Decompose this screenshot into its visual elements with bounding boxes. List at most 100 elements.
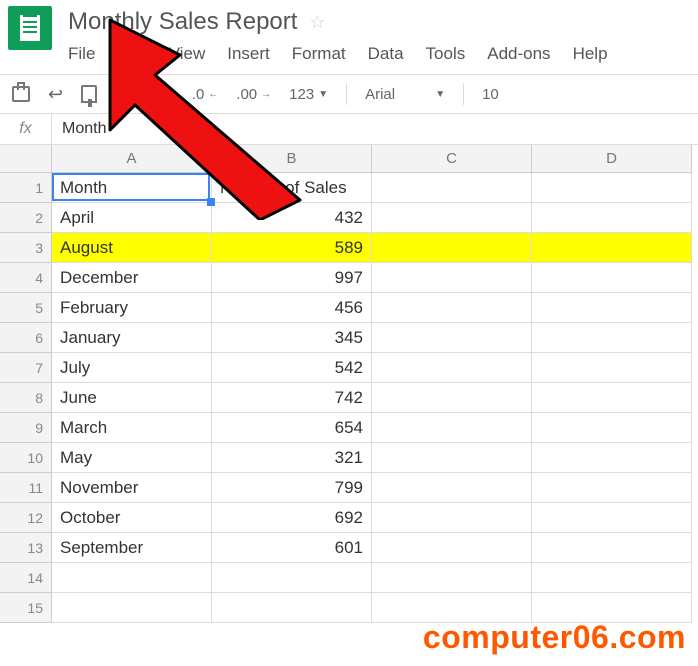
increase-decimal-button[interactable]: .00→	[236, 86, 271, 103]
cell[interactable]	[52, 563, 212, 593]
row-header[interactable]: 11	[0, 473, 52, 503]
cell[interactable]: November	[52, 473, 212, 503]
row-header[interactable]: 14	[0, 563, 52, 593]
cell[interactable]	[372, 563, 532, 593]
fill-handle[interactable]	[207, 198, 215, 206]
currency-button[interactable]: $	[134, 86, 142, 103]
cell[interactable]: 432	[212, 203, 372, 233]
cell[interactable]	[532, 413, 692, 443]
menu-addons[interactable]: Add-ons	[487, 44, 550, 64]
menu-tools[interactable]: Tools	[426, 44, 466, 64]
cell[interactable]	[372, 173, 532, 203]
row-header[interactable]: 2	[0, 203, 52, 233]
percent-button[interactable]: %	[160, 86, 173, 103]
menu-help[interactable]: Help	[573, 44, 608, 64]
row-header[interactable]: 1	[0, 173, 52, 203]
star-icon[interactable]: ☆	[309, 12, 325, 33]
cell[interactable]	[372, 263, 532, 293]
table-row[interactable]: 14	[0, 563, 692, 593]
row-header[interactable]: 10	[0, 443, 52, 473]
cell[interactable]	[372, 503, 532, 533]
cell[interactable]	[532, 503, 692, 533]
cell[interactable]: 345	[212, 323, 372, 353]
formula-bar[interactable]	[52, 114, 698, 144]
undo-button[interactable]: ↩	[48, 84, 63, 105]
table-row[interactable]: 12October692	[0, 503, 692, 533]
cell[interactable]	[372, 233, 532, 263]
cell[interactable]	[372, 413, 532, 443]
cell[interactable]	[372, 443, 532, 473]
table-row[interactable]: 9March654	[0, 413, 692, 443]
cell[interactable]: April	[52, 203, 212, 233]
cell[interactable]	[532, 533, 692, 563]
table-row[interactable]: 1MonthNumber of Sales	[0, 173, 692, 203]
cell[interactable]	[372, 473, 532, 503]
spreadsheet-grid[interactable]: A B C D 1MonthNumber of Sales2April4323A…	[0, 145, 698, 623]
cell[interactable]: 692	[212, 503, 372, 533]
cell[interactable]: June	[52, 383, 212, 413]
row-header[interactable]: 15	[0, 593, 52, 623]
cell[interactable]	[532, 203, 692, 233]
table-row[interactable]: 13September601	[0, 533, 692, 563]
cell[interactable]	[372, 323, 532, 353]
row-header[interactable]: 6	[0, 323, 52, 353]
cell[interactable]: February	[52, 293, 212, 323]
column-header-a[interactable]: A	[52, 145, 212, 173]
row-header[interactable]: 5	[0, 293, 52, 323]
font-size-dropdown[interactable]: 10	[482, 86, 499, 103]
table-row[interactable]: 10May321	[0, 443, 692, 473]
cell[interactable]: March	[52, 413, 212, 443]
cell[interactable]	[372, 533, 532, 563]
document-title[interactable]: Monthly Sales Report	[68, 8, 297, 36]
cell[interactable]	[212, 563, 372, 593]
cell[interactable]: 542	[212, 353, 372, 383]
cell[interactable]: 321	[212, 443, 372, 473]
menu-format[interactable]: Format	[292, 44, 346, 64]
menu-data[interactable]: Data	[368, 44, 404, 64]
cell[interactable]	[532, 173, 692, 203]
cell[interactable]: 456	[212, 293, 372, 323]
cell[interactable]	[532, 473, 692, 503]
cell[interactable]: 601	[212, 533, 372, 563]
column-header-b[interactable]: B	[212, 145, 372, 173]
cell[interactable]	[532, 233, 692, 263]
decrease-decimal-button[interactable]: .0←	[192, 86, 219, 103]
cell[interactable]	[532, 443, 692, 473]
select-all-corner[interactable]	[0, 145, 52, 173]
cell[interactable]	[532, 263, 692, 293]
table-row[interactable]: 6January345	[0, 323, 692, 353]
cell[interactable]	[372, 203, 532, 233]
column-header-d[interactable]: D	[532, 145, 692, 173]
table-row[interactable]: 7July542	[0, 353, 692, 383]
table-row[interactable]: 11November799	[0, 473, 692, 503]
table-row[interactable]: 2April432	[0, 203, 692, 233]
menu-edit[interactable]: Edit	[117, 44, 146, 64]
table-row[interactable]: 4December997	[0, 263, 692, 293]
column-header-c[interactable]: C	[372, 145, 532, 173]
cell[interactable]	[212, 593, 372, 623]
row-header[interactable]: 13	[0, 533, 52, 563]
cell[interactable]: 654	[212, 413, 372, 443]
cell[interactable]: August	[52, 233, 212, 263]
font-dropdown[interactable]: Arial ▼	[365, 86, 445, 103]
cell[interactable]: Month	[52, 173, 212, 203]
cell[interactable]: 742	[212, 383, 372, 413]
row-header[interactable]: 4	[0, 263, 52, 293]
row-header[interactable]: 8	[0, 383, 52, 413]
table-row[interactable]: 8June742	[0, 383, 692, 413]
number-format-dropdown[interactable]: 123 ▼	[289, 86, 328, 103]
menu-insert[interactable]: Insert	[227, 44, 270, 64]
cell[interactable]: May	[52, 443, 212, 473]
row-header[interactable]: 12	[0, 503, 52, 533]
cell[interactable]: January	[52, 323, 212, 353]
cell[interactable]: September	[52, 533, 212, 563]
cell[interactable]	[532, 323, 692, 353]
cell[interactable]	[532, 383, 692, 413]
cell[interactable]	[52, 593, 212, 623]
cell[interactable]: 997	[212, 263, 372, 293]
menu-view[interactable]: View	[169, 44, 206, 64]
cell[interactable]: 589	[212, 233, 372, 263]
menu-file[interactable]: File	[68, 44, 95, 64]
cell[interactable]: 799	[212, 473, 372, 503]
row-header[interactable]: 3	[0, 233, 52, 263]
